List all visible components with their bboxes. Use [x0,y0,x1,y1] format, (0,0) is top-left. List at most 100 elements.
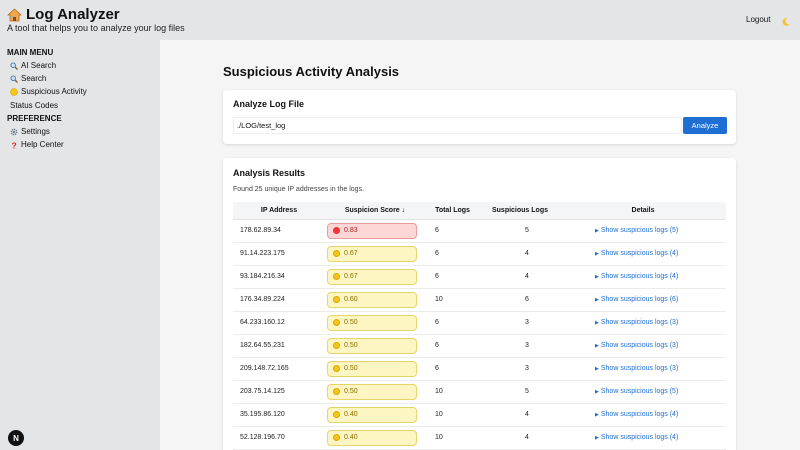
suspicion-score-cell: 0.40 [325,426,425,450]
yellow-circle-icon [333,250,340,257]
suspicious-logs-cell: 3 [480,334,560,358]
suspicion-score-value: 0.50 [344,319,358,326]
suspicion-score-badge: 0.50 [327,337,417,354]
total-logs-cell: 10 [425,288,480,312]
sidebar-item-label: AI Search [21,61,57,70]
show-suspicious-logs-label: Show suspicious logs (4) [600,411,679,418]
suspicious-logs-cell: 5 [480,219,560,243]
show-suspicious-logs-toggle[interactable]: ▶ Show suspicious logs (6) [595,296,678,303]
details-cell: ▶ Show suspicious logs (4) [560,426,726,450]
suspicion-score-value: 0.67 [344,273,358,280]
suspicious-logs-cell: 4 [480,265,560,289]
details-cell: ▶ Show suspicious logs (3) [560,311,726,335]
house-icon [7,7,22,22]
total-logs-cell: 6 [425,357,480,381]
table-row: 93.184.216.34 0.67 6 4 ▶ Show suspicious logs… [233,265,726,289]
ip-address-cell: 93.184.216.34 [233,265,325,289]
ip-address-cell: 203.75.14.125 [233,380,325,404]
gear-icon [10,128,18,136]
details-cell: ▶ Show suspicious logs (3) [560,334,726,358]
ip-address-cell: 178.62.89.34 [233,219,325,243]
column-header-suspicious-logs[interactable]: Suspicious Logs [480,202,560,220]
details-cell: ▶ Show suspicious logs (6) [560,288,726,312]
column-header-score[interactable]: Suspicion Score ↓ [325,202,425,220]
suspicious-logs-cell: 5 [480,380,560,404]
sidebar-item-settings[interactable]: Settings [10,127,50,136]
main-content: Suspicious Activity Analysis Analyze Log… [160,40,800,450]
triangle-right-icon: ▶ [595,389,599,395]
details-cell: ▶ Show suspicious logs (4) [560,242,726,266]
show-suspicious-logs-toggle[interactable]: ▶ Show suspicious logs (3) [595,365,678,372]
show-suspicious-logs-toggle[interactable]: ▶ Show suspicious logs (5) [595,227,678,234]
show-suspicious-logs-label: Show suspicious logs (4) [600,250,679,257]
show-suspicious-logs-toggle[interactable]: ▶ Show suspicious logs (3) [595,342,678,349]
table-header-row: IP Address Suspicion Score ↓ Total Logs … [233,202,726,220]
magnifier-icon [10,61,18,70]
nextjs-badge[interactable]: N [8,430,24,446]
app-subtitle: A tool that helps you to analyze your lo… [7,23,185,33]
show-suspicious-logs-label: Show suspicious logs (5) [600,227,679,234]
ip-address-cell: 35.195.86.120 [233,403,325,427]
results-card-title: Analysis Results [233,168,306,178]
triangle-right-icon: ▶ [595,320,599,326]
table-row: 203.75.14.125 0.50 10 5 ▶ Show suspicious log… [233,380,726,404]
triangle-right-icon: ▶ [595,297,599,303]
suspicion-score-value: 0.67 [344,250,358,257]
total-logs-cell: 10 [425,380,480,404]
sidebar-item-search[interactable]: Search [10,74,46,83]
triangle-right-icon: ▶ [595,228,599,234]
triangle-right-icon: ▶ [595,251,599,257]
ip-address-cell: 182.64.55.231 [233,334,325,358]
suspicion-score-badge: 0.40 [327,406,417,423]
sidebar-item-ai-search[interactable]: AI Search [10,61,56,70]
question-icon: ? [10,140,18,150]
sidebar-item-help-center[interactable]: ? Help Center [10,140,64,150]
yellow-circle-icon [333,434,340,441]
table-row: 64.233.160.12 0.50 6 3 ▶ Show suspicious logs… [233,311,726,335]
column-header-total-logs[interactable]: Total Logs [425,202,480,220]
show-suspicious-logs-toggle[interactable]: ▶ Show suspicious logs (4) [595,273,678,280]
triangle-right-icon: ▶ [595,412,599,418]
main-menu-heading: MAIN MENU [7,48,54,57]
sidebar-item-label: Help Center [21,140,64,149]
suspicion-score-cell: 0.50 [325,311,425,335]
suspicious-logs-cell: 4 [480,242,560,266]
red-circle-icon [333,227,340,234]
show-suspicious-logs-toggle[interactable]: ▶ Show suspicious logs (4) [595,434,678,441]
ip-address-cell: 64.233.160.12 [233,311,325,335]
triangle-right-icon: ▶ [595,366,599,372]
analyze-button[interactable]: Analyze [683,117,727,134]
total-logs-cell: 6 [425,265,480,289]
show-suspicious-logs-label: Show suspicious logs (5) [600,388,679,395]
sidebar-item-label: Status Codes [10,101,59,110]
sidebar-item-suspicious-activity[interactable]: Suspicious Activity [10,87,87,96]
suspicion-score-cell: 0.50 [325,357,425,381]
app-title: Log Analyzer [7,6,120,23]
table-row: 209.148.72.165 0.50 6 3 ▶ Show suspicious log… [233,357,726,381]
table-row: 176.34.89.224 0.60 10 6 ▶ Show suspicious log… [233,288,726,312]
triangle-right-icon: ▶ [595,343,599,349]
sidebar-item-status-codes[interactable]: Status Codes [10,101,58,110]
suspicion-score-badge: 0.60 [327,291,417,308]
suspicion-score-badge: 0.50 [327,383,417,400]
show-suspicious-logs-toggle[interactable]: ▶ Show suspicious logs (3) [595,319,678,326]
logout-button[interactable]: Logout [746,15,770,24]
suspicion-score-cell: 0.83 [325,219,425,243]
suspicion-score-badge: 0.67 [327,245,417,262]
log-path-input[interactable] [233,117,682,134]
yellow-circle-icon [333,342,340,349]
yellow-circle-icon [333,411,340,418]
column-header-ip[interactable]: IP Address [233,202,325,220]
app-title-text: Log Analyzer [26,6,120,23]
show-suspicious-logs-toggle[interactable]: ▶ Show suspicious logs (4) [595,411,678,418]
ip-address-cell: 209.148.72.165 [233,357,325,381]
show-suspicious-logs-toggle[interactable]: ▶ Show suspicious logs (4) [595,250,678,257]
ip-address-cell: 91.14.223.175 [233,242,325,266]
total-logs-cell: 6 [425,311,480,335]
moon-icon[interactable] [781,14,791,26]
sidebar-item-label: Search [21,74,47,83]
show-suspicious-logs-toggle[interactable]: ▶ Show suspicious logs (5) [595,388,678,395]
suspicion-score-value: 0.50 [344,365,358,372]
yellow-circle-icon [333,273,340,280]
table-row: 52.128.196.70 0.40 10 4 ▶ Show suspicious log… [233,426,726,450]
